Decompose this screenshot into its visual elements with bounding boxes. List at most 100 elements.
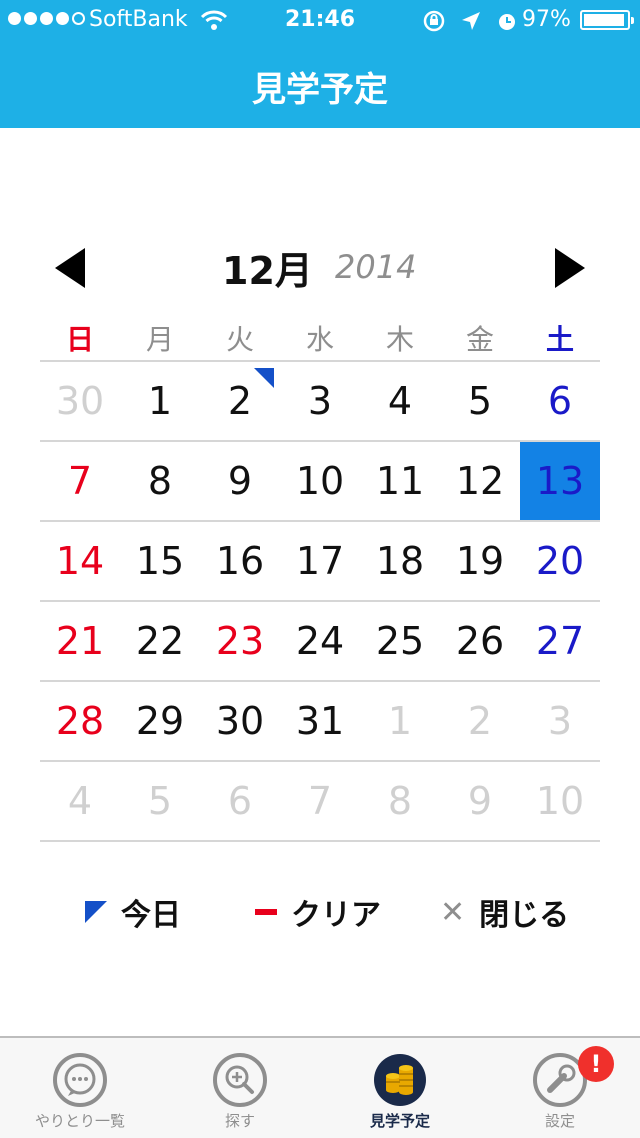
calendar-day[interactable]: 21	[40, 602, 120, 680]
day-number: 6	[547, 379, 573, 423]
day-number: 22	[135, 619, 185, 663]
day-number: 29	[135, 699, 185, 743]
weekday-tuesday: 火	[225, 323, 254, 356]
calendar-day[interactable]: 19	[440, 522, 520, 600]
day-number: 9	[227, 459, 253, 503]
calendar-day[interactable]: 7	[280, 762, 360, 840]
calendar-day[interactable]: 3	[520, 682, 600, 760]
day-number: 8	[147, 459, 173, 503]
calendar-day[interactable]: 6	[200, 762, 280, 840]
calendar-day[interactable]: 30	[40, 362, 120, 440]
calendar-day[interactable]: 3	[280, 362, 360, 440]
location-arrow-icon	[460, 10, 482, 38]
day-number: 26	[455, 619, 505, 663]
calendar-header: 12月 2014	[0, 240, 640, 300]
day-number: 1	[147, 379, 173, 423]
rotation-lock-icon	[422, 9, 446, 39]
calendar-day[interactable]: 17	[280, 522, 360, 600]
calendar-day-today[interactable]: 2	[200, 362, 280, 440]
day-number: 5	[147, 779, 173, 823]
minus-icon	[255, 909, 277, 915]
calendar-day-selected[interactable]: 13	[520, 442, 600, 520]
day-number: 4	[67, 779, 93, 823]
close-icon: ✕	[440, 894, 466, 930]
day-number: 19	[455, 539, 505, 583]
calendar-day[interactable]: 10	[280, 442, 360, 520]
calendar-day[interactable]: 28	[40, 682, 120, 760]
coins-icon	[374, 1054, 426, 1106]
calendar-grid: 30 1 2 3 4 5 6 7 8 9 10 11 12 13 14 15 16 17 18 19 20 21 22 23 2…	[40, 360, 600, 842]
notification-badge: !	[578, 1046, 614, 1082]
search-icon	[213, 1053, 267, 1107]
weekday-saturday: 土	[545, 323, 574, 356]
calendar-day[interactable]: 2	[440, 682, 520, 760]
calendar-day[interactable]: 8	[360, 762, 440, 840]
weekday-thursday: 木	[385, 323, 414, 356]
today-label: 今日	[121, 898, 181, 933]
calendar-day[interactable]: 4	[40, 762, 120, 840]
calendar-day[interactable]: 11	[360, 442, 440, 520]
calendar-day[interactable]: 23	[200, 602, 280, 680]
calendar-day[interactable]: 1	[120, 362, 200, 440]
day-number: 7	[307, 779, 333, 823]
today-marker-icon	[254, 368, 274, 388]
calendar-day[interactable]: 9	[200, 442, 280, 520]
previous-month-button[interactable]	[55, 248, 85, 288]
calendar-day[interactable]: 1	[360, 682, 440, 760]
day-number: 20	[535, 539, 585, 583]
day-number: 28	[55, 699, 105, 743]
day-number: 24	[295, 619, 345, 663]
calendar-week: 14 15 16 17 18 19 20	[40, 522, 600, 602]
day-number: 8	[387, 779, 413, 823]
close-button[interactable]: ✕ 閉じる	[440, 890, 569, 934]
page-title: 見学予定	[252, 70, 388, 110]
tab-visit-schedule[interactable]: 見学予定	[320, 1038, 480, 1138]
calendar-day[interactable]: 20	[520, 522, 600, 600]
tab-label: やりとり一覧	[34, 1112, 125, 1130]
calendar-day[interactable]: 24	[280, 602, 360, 680]
day-number: 3	[307, 379, 333, 423]
calendar-day[interactable]: 22	[120, 602, 200, 680]
calendar-day[interactable]: 5	[120, 762, 200, 840]
calendar-day[interactable]: 16	[200, 522, 280, 600]
weekday-friday: 金	[465, 323, 494, 356]
calendar-day[interactable]: 14	[40, 522, 120, 600]
calendar-day[interactable]: 7	[40, 442, 120, 520]
clear-button[interactable]: クリア	[255, 890, 381, 934]
calendar-day[interactable]: 9	[440, 762, 520, 840]
calendar-day[interactable]: 10	[520, 762, 600, 840]
tab-messages[interactable]: やりとり一覧	[0, 1038, 160, 1138]
calendar-day[interactable]: 18	[360, 522, 440, 600]
calendar-day[interactable]: 26	[440, 602, 520, 680]
calendar-day[interactable]: 5	[440, 362, 520, 440]
battery-icon	[580, 10, 634, 30]
tab-settings[interactable]: 設定 !	[480, 1038, 640, 1138]
tab-bar: やりとり一覧 探す 見学予定 設定 !	[0, 1036, 640, 1138]
day-number: 14	[55, 539, 105, 583]
calendar-week: 21 22 23 24 25 26 27	[40, 602, 600, 682]
calendar-day[interactable]: 4	[360, 362, 440, 440]
day-number: 25	[375, 619, 425, 663]
calendar-day[interactable]: 27	[520, 602, 600, 680]
calendar-day[interactable]: 8	[120, 442, 200, 520]
day-number: 2	[227, 379, 253, 423]
top-bar: SoftBank 21:46 97% 見学予定	[0, 0, 640, 128]
alarm-clock-icon	[496, 10, 518, 38]
today-marker-icon	[85, 901, 107, 923]
calendar-week: 28 29 30 31 1 2 3	[40, 682, 600, 762]
weekday-sunday: 日	[65, 323, 94, 356]
tab-label: 設定	[544, 1112, 575, 1130]
calendar-day[interactable]: 15	[120, 522, 200, 600]
day-number: 10	[535, 779, 585, 823]
calendar-day[interactable]: 25	[360, 602, 440, 680]
calendar-day[interactable]: 6	[520, 362, 600, 440]
close-label: 閉じる	[479, 898, 570, 933]
next-month-button[interactable]	[555, 248, 585, 288]
today-button[interactable]: 今日	[85, 890, 181, 934]
weekday-header: 日 月 火 水 木 金 土	[40, 318, 600, 360]
calendar-day[interactable]: 30	[200, 682, 280, 760]
calendar-day[interactable]: 31	[280, 682, 360, 760]
calendar-day[interactable]: 12	[440, 442, 520, 520]
tab-search[interactable]: 探す	[160, 1038, 320, 1138]
calendar-day[interactable]: 29	[120, 682, 200, 760]
